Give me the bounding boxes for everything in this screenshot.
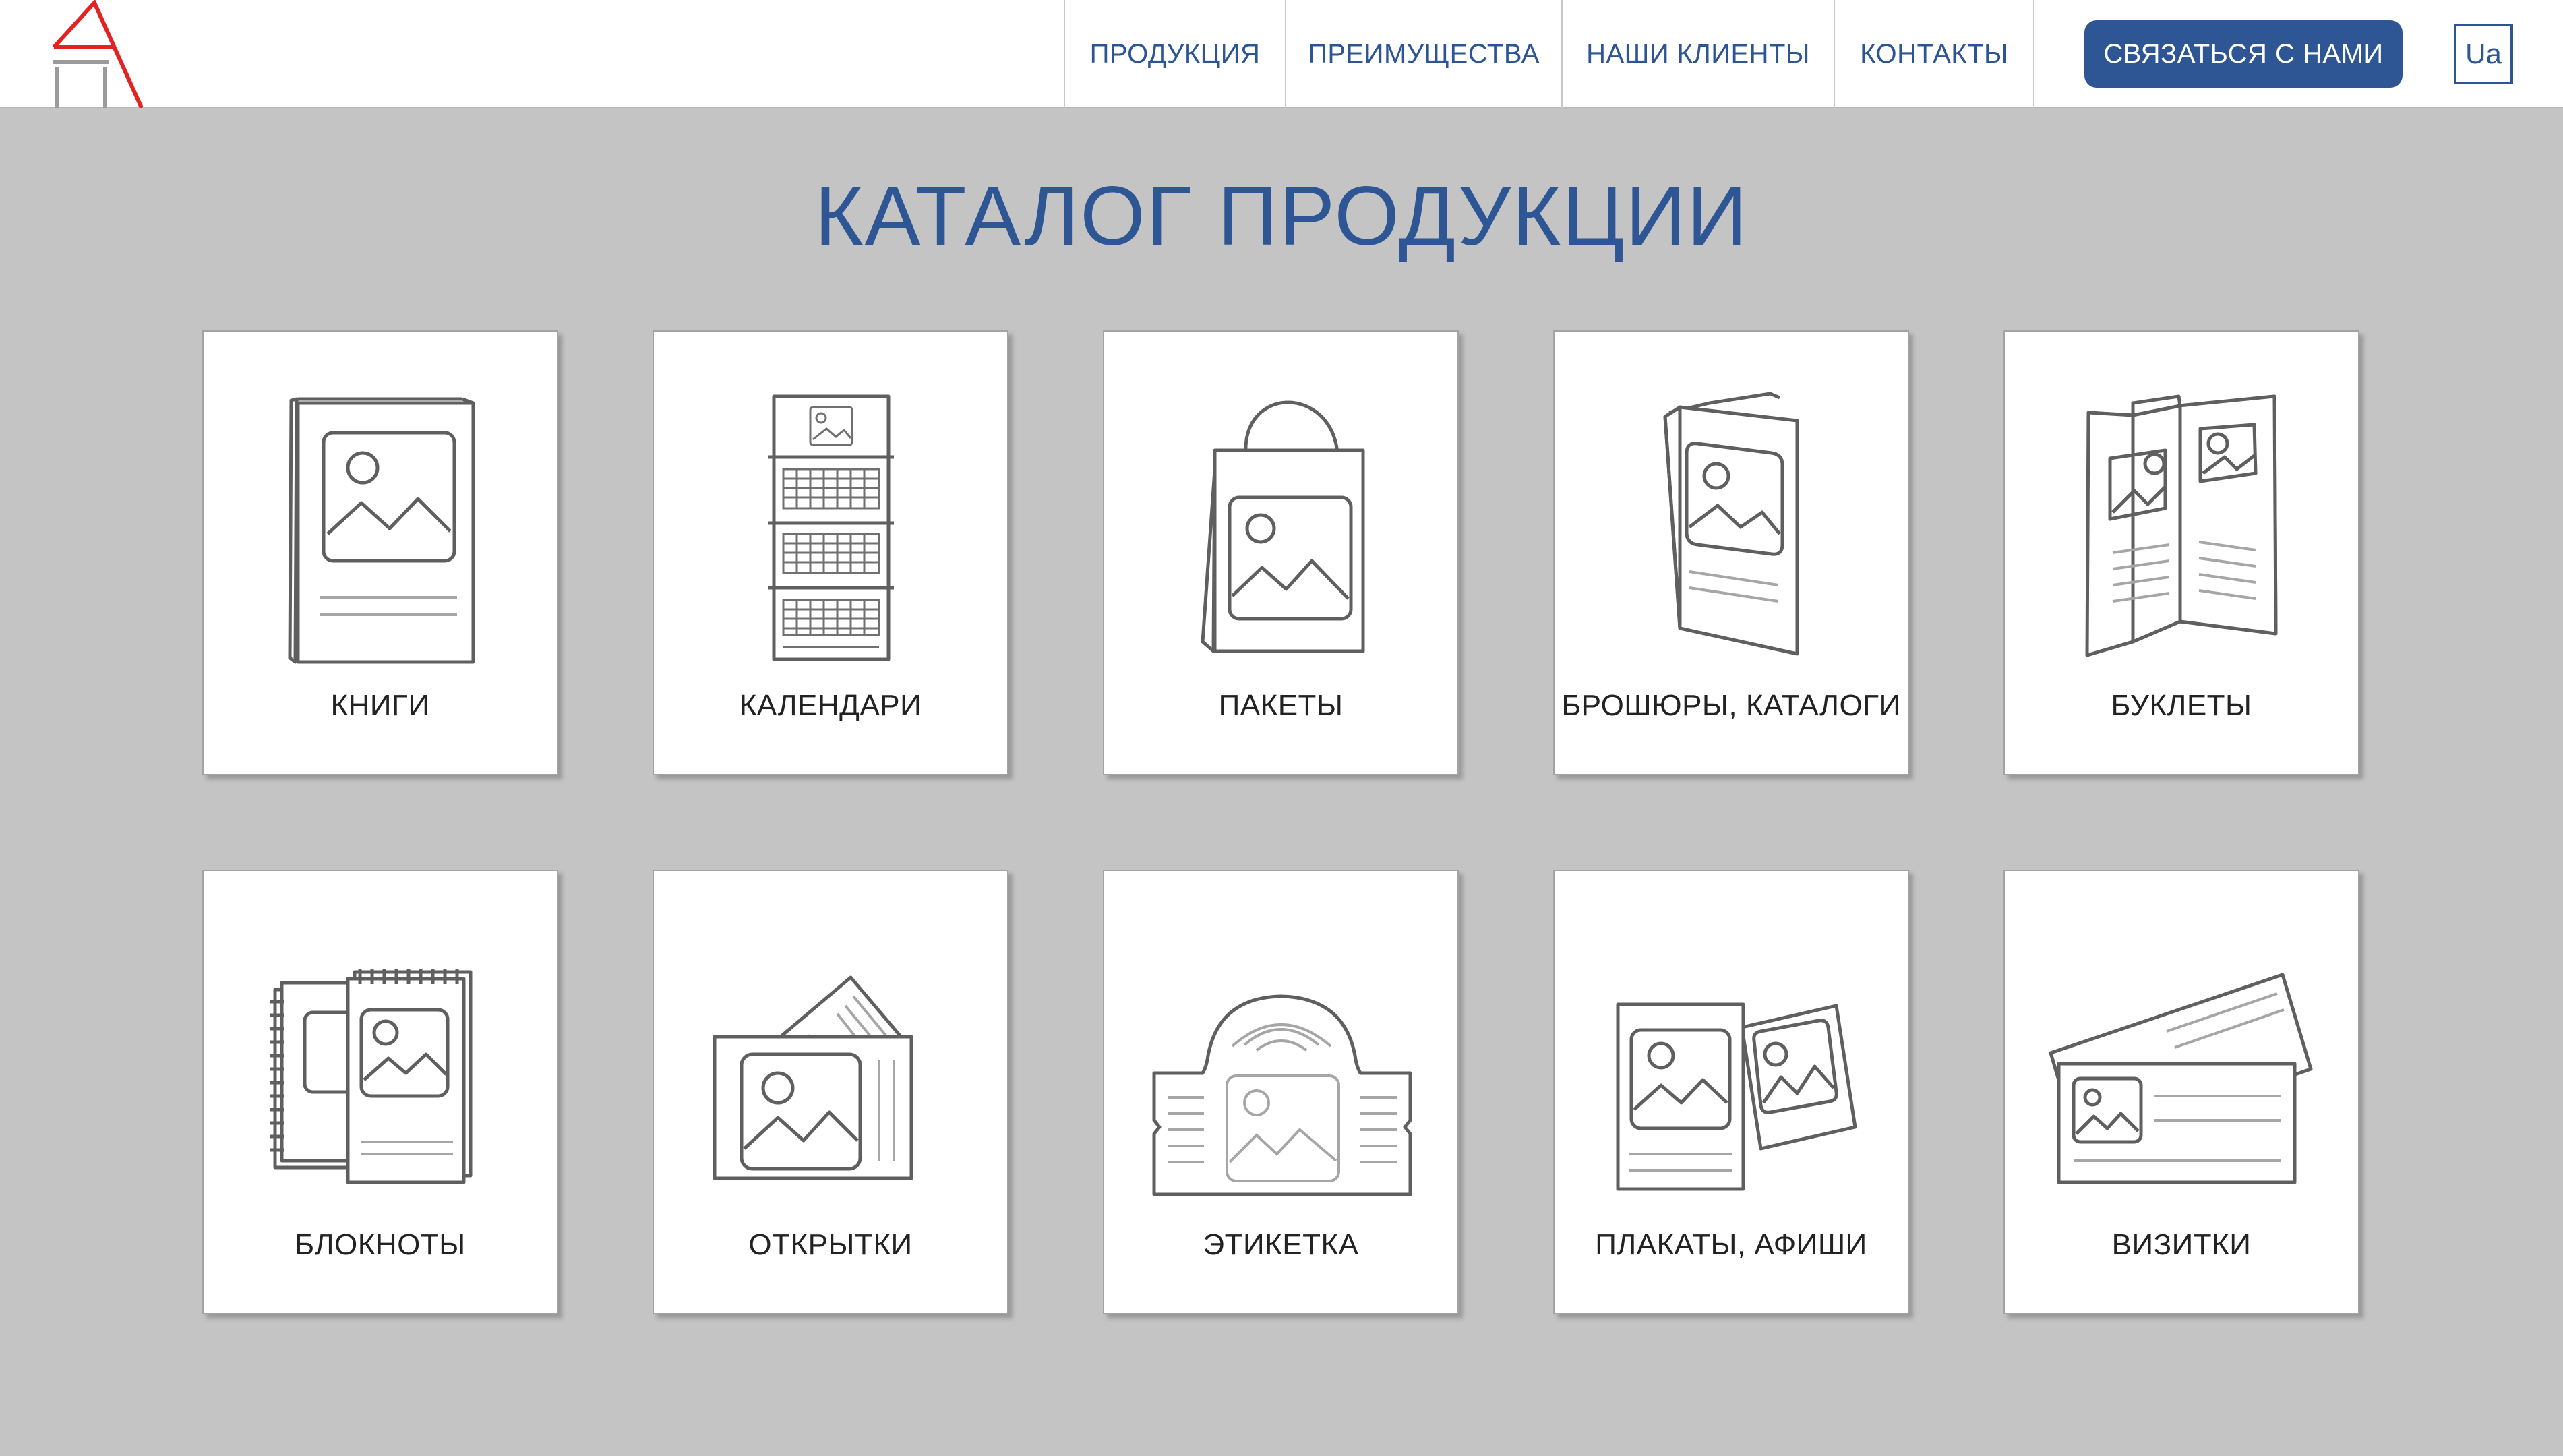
shopping-bag-icon [1201,400,1365,653]
nav-item-advantages[interactable]: ПРЕИМУЩЕСТВА [1286,0,1563,108]
language-switch-button[interactable]: Ua [2454,24,2513,84]
book-icon [288,397,475,664]
product-label: ОТКРЫТКИ [748,1228,913,1261]
poster-icon [1616,1002,1857,1191]
notepad-icon [270,969,473,1184]
product-label: ПАКЕТЫ [1218,689,1344,722]
site-header: ПРОДУКЦИЯ ПРЕИМУЩЕСТВА НАШИ КЛИЕНТЫ КОНТ… [0,0,2563,108]
product-card-booklets[interactable]: БУКЛЕТЫ [2003,330,2359,775]
product-label: БУКЛЕТЫ [2111,689,2252,722]
label-icon [1152,994,1412,1196]
product-label: ПЛАКАТЫ, АФИШИ [1595,1228,1867,1261]
company-logo[interactable] [47,0,148,108]
product-card-brochures[interactable]: БРОШЮРЫ, КАТАЛОГИ [1553,330,1909,775]
product-label: КАЛЕНДАРИ [739,689,922,722]
brochure-icon [1663,392,1799,656]
nav-item-contacts[interactable]: КОНТАКТЫ [1835,0,2034,108]
postcard-icon [713,975,913,1180]
page-title: КАТАЛОГ ПРОДУКЦИИ [814,170,1749,263]
product-card-bags[interactable]: ПАКЕТЫ [1103,330,1459,775]
product-card-posters[interactable]: ПЛАКАТЫ, АФИШИ [1553,870,1909,1314]
product-card-business-cards[interactable]: ВИЗИТКИ [2003,870,2359,1314]
business-card-icon [2049,973,2313,1184]
product-card-label[interactable]: ЭТИКЕТКА [1103,870,1459,1314]
nav-item-products[interactable]: ПРОДУКЦИЯ [1065,0,1286,108]
product-label: ВИЗИТКИ [2111,1228,2252,1261]
product-card-calendars[interactable]: КАЛЕНДАРИ [653,330,1008,775]
product-label: БЛОКНОТЫ [295,1228,466,1261]
product-label: КНИГИ [330,689,430,722]
calendar-icon [768,394,894,661]
main-nav: ПРОДУКЦИЯ ПРЕИМУЩЕСТВА НАШИ КЛИЕНТЫ КОНТ… [1064,0,2034,108]
nav-item-clients[interactable]: НАШИ КЛИЕНТЫ [1563,0,1835,108]
product-label: ЭТИКЕТКА [1203,1228,1359,1261]
product-label: БРОШЮРЫ, КАТАЛОГИ [1561,689,1901,722]
product-card-postcards[interactable]: ОТКРЫТКИ [653,870,1008,1314]
product-card-notepads[interactable]: БЛОКНОТЫ [202,870,558,1314]
product-card-books[interactable]: КНИГИ [202,330,558,775]
booklet-icon [2085,394,2278,657]
contact-us-button[interactable]: СВЯЗАТЬСЯ С НАМИ [2084,20,2403,88]
